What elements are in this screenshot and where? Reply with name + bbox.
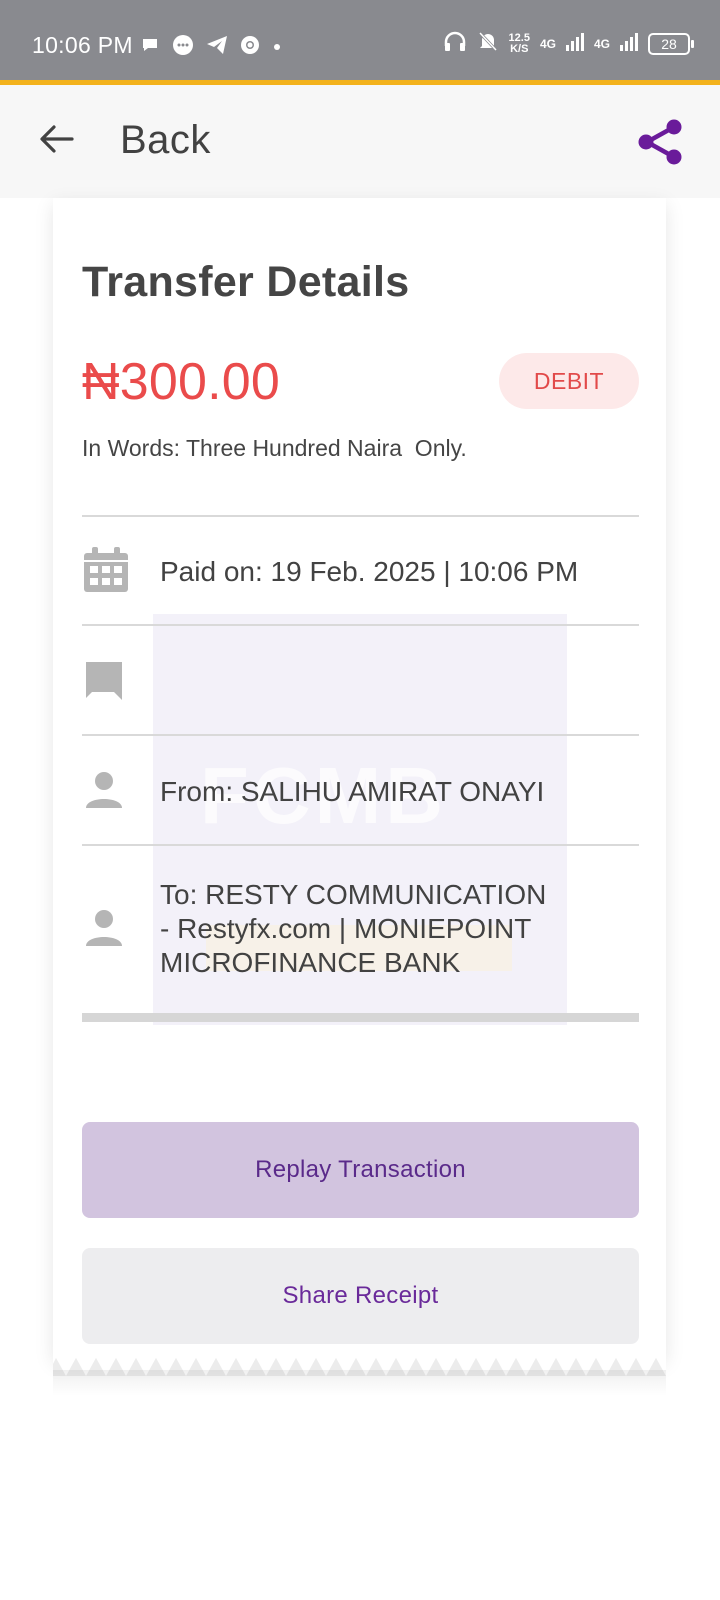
net-speed-value: 12.5	[508, 31, 530, 44]
telegram-icon	[206, 35, 228, 60]
divider	[82, 734, 639, 736]
bell-muted-icon	[477, 30, 499, 57]
calendar-icon	[82, 546, 130, 594]
battery-icon: 28	[648, 32, 694, 55]
messenger-icon	[172, 34, 194, 61]
notification-icons	[140, 34, 282, 61]
signal-icon-2	[620, 31, 638, 56]
recipient-line-1: To: RESTY COMMUNICATION	[160, 879, 547, 910]
chrome-icon	[240, 35, 260, 60]
share-icon	[634, 119, 686, 172]
amount-in-words: In Words: Three Hundred Naira Only.	[82, 435, 467, 461]
share-receipt-button[interactable]: Share Receipt	[82, 1248, 639, 1344]
network-type-2: 4G	[593, 36, 610, 51]
app-header: Back	[0, 85, 720, 198]
system-icons: 12.5 K/S 4G 4G 28	[443, 30, 694, 57]
network-type-1: 4G	[539, 36, 556, 51]
person-icon	[82, 768, 130, 816]
back-label[interactable]: Back	[120, 118, 211, 163]
divider	[82, 624, 639, 626]
signal-icon	[565, 31, 584, 56]
paid-on: Paid on: 19 Feb. 2025 | 10:06 PM	[160, 556, 579, 587]
arrow-left-icon	[38, 123, 74, 160]
net-speed-unit: K/S	[510, 42, 529, 55]
back-button[interactable]	[36, 121, 76, 161]
amount: ₦300.00	[82, 353, 280, 411]
sender: From: SALIHU AMIRAT ONAYI	[160, 776, 545, 807]
net-speed: 12.5 K/S	[508, 31, 530, 55]
person-icon	[82, 906, 130, 954]
recipient: To: RESTY COMMUNICATION - Restyfx.com | …	[160, 878, 546, 980]
comment-icon	[82, 658, 130, 706]
dot-icon	[272, 39, 282, 57]
chat-bubble-icon	[140, 35, 160, 60]
recipient-line-2: - Restyfx.com | MONIEPOINT	[160, 913, 532, 944]
share-button[interactable]	[634, 116, 686, 168]
status-time: 10:06 PM	[32, 32, 133, 58]
status-bar: 10:06 PM 12.5 K/S 4G 4G 28	[0, 0, 720, 80]
card-shadow	[53, 1370, 666, 1396]
divider	[82, 515, 639, 517]
headphones-icon	[443, 30, 467, 57]
replay-transaction-button[interactable]: Replay Transaction	[82, 1122, 639, 1218]
divider	[82, 844, 639, 846]
page-title: Transfer Details	[82, 258, 410, 306]
recipient-line-3: MICROFINANCE BANK	[160, 947, 461, 978]
transaction-type-badge: DEBIT	[499, 353, 639, 409]
section-divider	[82, 1013, 639, 1022]
